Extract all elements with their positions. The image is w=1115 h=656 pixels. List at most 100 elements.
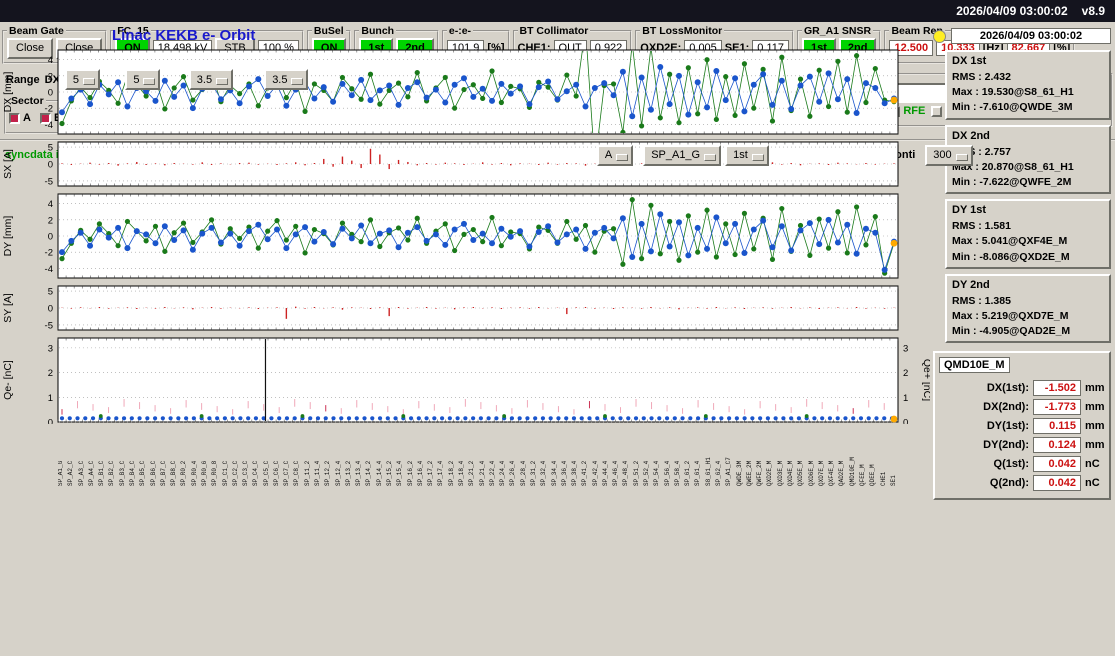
- svg-text:2: 2: [48, 71, 53, 82]
- bpm-label: SP_15_4: [396, 460, 404, 486]
- monitor-value: 0.124: [1033, 437, 1081, 454]
- range-dy-select[interactable]: 5: [125, 69, 161, 90]
- bpm-label: SP_52_4: [643, 460, 651, 486]
- svg-text:SX [A]: SX [A]: [2, 149, 14, 179]
- interval-select[interactable]: 300: [925, 144, 973, 166]
- monitor-value: -1.773: [1033, 399, 1081, 416]
- bpm-label: SP_A3_C: [77, 460, 85, 486]
- stat-line: RMS : 2.757: [952, 145, 1011, 158]
- monitor-unit: mm: [1085, 439, 1105, 452]
- monitor-rows: DX(1st): -1.502 mm DX(2nd): -1.773 mm DY(1st):…: [939, 380, 1105, 492]
- monitor-value: 0.042: [1033, 475, 1081, 492]
- bpm-label: SP_18_2: [447, 460, 455, 486]
- stat-line: Max : 5.219@QXD7E_M: [952, 309, 1069, 322]
- svg-text:2: 2: [48, 368, 53, 379]
- bpm-label: CHE1: [879, 471, 887, 486]
- titlebar: 2026/04/09 03:00:02 v8.9: [0, 0, 1115, 22]
- stat-line: Max : 5.041@QXF4E_M: [952, 235, 1068, 248]
- bpm-label: SP_34_4: [550, 460, 558, 486]
- bpm-label: SP_13_4: [355, 460, 363, 486]
- stat-line: RMS : 1.385: [952, 294, 1011, 307]
- device-select[interactable]: SP_A1_G: [643, 144, 722, 166]
- svg-text:4: 4: [48, 55, 53, 66]
- bpm-label: QAD2E_M: [838, 460, 846, 486]
- bpm-label: SP_17_2: [427, 460, 435, 486]
- bpm-label: SP_42_4: [591, 460, 599, 486]
- svg-text:-4: -4: [45, 264, 53, 275]
- monitor-value: -1.502: [1033, 380, 1081, 397]
- bpm-label: SP_24_4: [499, 460, 507, 486]
- bpm-label: QDEE_M: [869, 464, 877, 486]
- svg-text:2: 2: [903, 368, 908, 379]
- bpm-label: S8_61_H1: [704, 457, 712, 486]
- svg-text:-4: -4: [45, 120, 53, 131]
- bpm-label: SP_36_4: [560, 460, 568, 486]
- bpm-label: QFEE_M: [858, 464, 866, 486]
- bpm-label: SP_B2_C: [108, 460, 116, 486]
- svg-text:5: 5: [48, 287, 53, 298]
- bpm-label: SP_12_4: [334, 460, 342, 486]
- bpm-label: SP_B8_C: [170, 460, 178, 486]
- stat-line: DX 2nd: [952, 129, 990, 142]
- stat-line: Min : -7.610@QWDE_3M: [952, 101, 1073, 114]
- bpm-label: SP_C8_C: [293, 460, 301, 486]
- stat-line: DY 2nd: [952, 278, 990, 291]
- plots-area: 4 2 0 -2 -4 DX [mm] 5 0 -5 SX [A] 4 2 0 -2 -4 DY [mm] 5 0…: [0, 48, 935, 424]
- titlebar-datetime: 2026/04/09 03:00:02: [956, 4, 1068, 18]
- range-qep-select[interactable]: 3.5: [264, 69, 309, 90]
- bpm-label: SP_A1_G: [58, 460, 64, 486]
- bpm-label: SP_C5_C: [262, 460, 270, 486]
- stat-line: Max : 20.870@S8_61_H1: [952, 160, 1074, 173]
- bpm-label: SP_17_4: [437, 460, 445, 486]
- bpm-label: QXD2E_M: [766, 460, 774, 486]
- range-dx-select[interactable]: 5: [64, 69, 101, 90]
- bunch-select[interactable]: 1st: [725, 144, 769, 166]
- bpm-label: QXD5E_M: [797, 460, 805, 486]
- bpm-label: QWFE_2M: [756, 460, 764, 486]
- stat-line: DX 1st: [952, 55, 987, 67]
- monitor-row: DY(1st): 0.115 mm: [939, 418, 1105, 435]
- svg-text:-5: -5: [45, 320, 53, 331]
- bpm-label: SP_C3_C: [242, 460, 250, 486]
- monitor-panel: QMD10E_M DX(1st): -1.502 mm DX(2nd): -1.773 m…: [933, 351, 1111, 501]
- plot-column: Linac KEKB e- Orbit 4 2 0 -2 -4 DX [mm] 5 0 -5 SX…: [0, 22, 935, 486]
- monitor-row: Q(1st): 0.042 nC: [939, 456, 1105, 473]
- bpm-label: SP_28_4: [519, 460, 527, 486]
- bpm-label: SP_B5_C: [139, 460, 147, 486]
- bpm-label: SP_21_4: [478, 460, 486, 486]
- monitor-label: DY(1st):: [986, 420, 1029, 433]
- range-qem-select[interactable]: 3.5: [188, 69, 234, 90]
- svg-text:3: 3: [48, 343, 53, 354]
- monitor-label: DY(2nd):: [983, 439, 1029, 452]
- bpm-label: SP_C4_C: [252, 460, 260, 486]
- svg-text:-2: -2: [45, 248, 53, 259]
- bpm-label: SP_A4_C: [87, 460, 95, 486]
- svg-text:0: 0: [48, 418, 53, 425]
- svg-text:5: 5: [48, 143, 53, 154]
- monitor-row: DX(1st): -1.502 mm: [939, 380, 1105, 397]
- bpm-label: SP_46_4: [612, 460, 620, 486]
- bpm-label: SP_B3_C: [118, 460, 126, 486]
- bpm-label: SP_14_2: [365, 460, 373, 486]
- monitor-label: DX(1st):: [986, 382, 1029, 395]
- monitor-row: DY(2nd): 0.124 mm: [939, 437, 1105, 454]
- svg-text:4: 4: [48, 199, 53, 210]
- sector-select[interactable]: A: [596, 144, 634, 166]
- bpm-label: SP_13_2: [344, 460, 352, 486]
- right-panel: 2026/04/09 03:00:02 DX 1st RMS : 2.432 Max…: [933, 28, 1113, 501]
- monitor-row: DX(2nd): -1.773 mm: [939, 399, 1105, 416]
- stat-line: Min : -8.086@QXD2E_M: [952, 250, 1070, 263]
- bpm-label: SP_41_2: [581, 460, 589, 486]
- bpm-label: SE1: [889, 475, 897, 486]
- bpm-label: SP_R0_2: [180, 460, 188, 486]
- bpm-label: SP_B6_C: [149, 460, 157, 486]
- bpm-label: SP_61_4: [694, 460, 702, 486]
- stat-panel-dy-1st: DY 1st RMS : 1.581 Max : 5.041@QXF4E_M Min …: [945, 199, 1111, 269]
- bpm-label: SP_A2_C: [67, 460, 75, 486]
- dx-plot: 4 2 0 -2 -4 DX [mm]: [2, 49, 899, 135]
- bpm-label: SP_62_4: [715, 460, 722, 486]
- bpm-label: SP_R0_4: [190, 460, 198, 486]
- stat-line: Max : 19.530@S8_61_H1: [952, 86, 1074, 99]
- svg-text:DY [mm]: DY [mm]: [2, 216, 14, 257]
- bpm-label: SP_16_4: [416, 460, 424, 486]
